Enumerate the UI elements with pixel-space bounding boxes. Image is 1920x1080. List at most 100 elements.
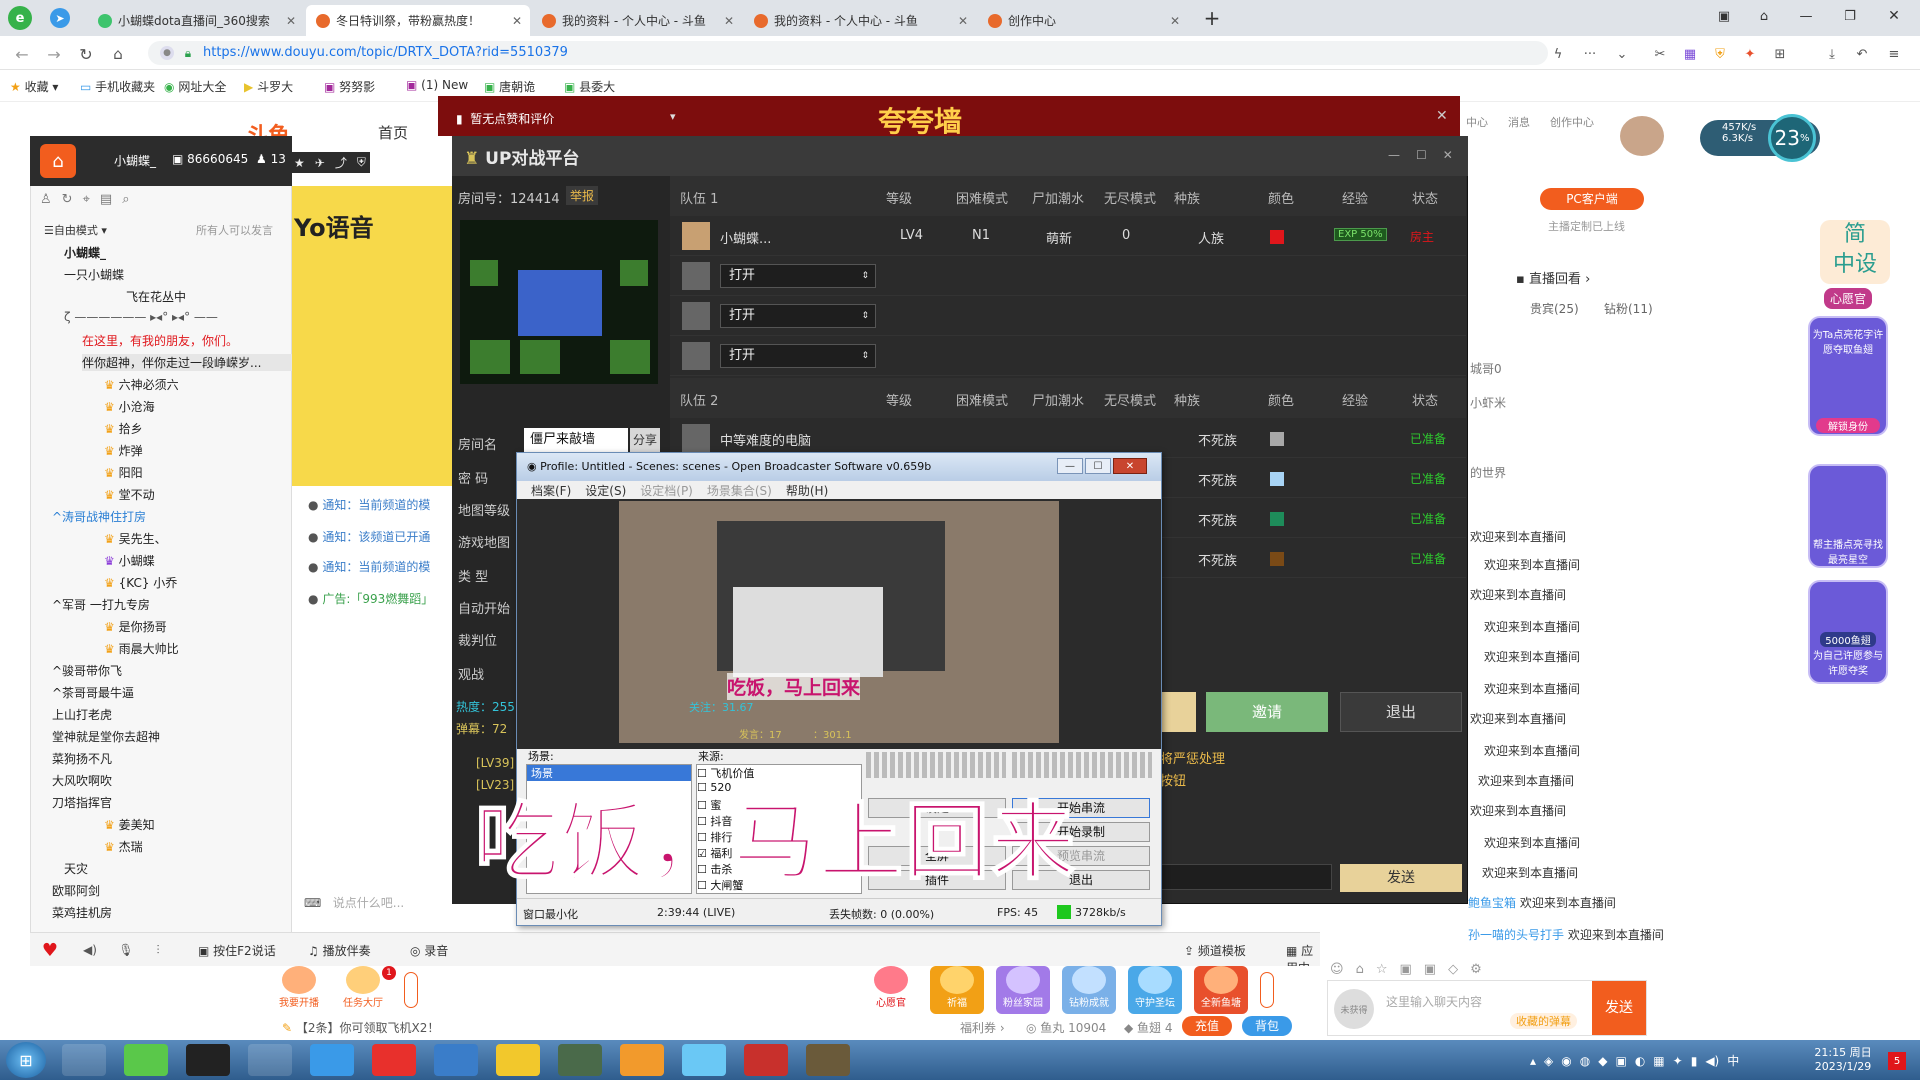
taskbar-app-icon[interactable]	[682, 1044, 726, 1076]
player-row[interactable]: 小蝴蝶... LV4 N1 萌新 0 人族 EXP 50% 房主	[670, 216, 1466, 256]
taskbar-up-icon[interactable]	[806, 1044, 850, 1076]
clock[interactable]: 21:15 周日 2023/1/29	[1808, 1044, 1878, 1073]
user-item[interactable]: ♛ 炸弹	[104, 442, 143, 459]
tray-icon[interactable]: ▣	[1615, 1054, 1626, 1068]
chat-list[interactable]: 城哥0 小虾米 的世界 欢迎来到本直播间 欢迎来到本直播间 欢迎来到本直播间 欢…	[1468, 330, 1664, 950]
game-icon[interactable]: ✦	[1740, 44, 1760, 64]
bag-button[interactable]: 背包	[1242, 1016, 1292, 1036]
channel-item[interactable]: 欧耶阿剑	[52, 882, 100, 899]
channel-item[interactable]: 上山打老虎	[52, 706, 112, 723]
home-icon[interactable]: ⌂	[108, 44, 128, 64]
promo-card[interactable]: 帮主播点亮寻找最亮星空	[1808, 464, 1888, 568]
bookmark-item[interactable]: ▣ 唐朝诡	[484, 78, 535, 95]
taskbar-app-icon[interactable]	[434, 1044, 478, 1076]
maximize-icon[interactable]: ☐	[1416, 148, 1427, 162]
channel-item[interactable]: ^军哥 一打九专房	[52, 596, 150, 613]
close-icon[interactable]: ✕	[1443, 148, 1453, 162]
task-hall-button[interactable]: 任务大厅	[338, 966, 388, 1014]
extension-icon[interactable]: ▦	[1680, 44, 1700, 64]
stream-video[interactable]: Yo语音	[292, 186, 472, 486]
bookmark-item[interactable]: ▭ 手机收藏夹	[80, 78, 155, 95]
chevron-down-icon[interactable]: ⌄	[1612, 44, 1632, 64]
tab-close-icon[interactable]: ✕	[1170, 14, 1180, 28]
taskbar-app-icon[interactable]	[248, 1044, 292, 1076]
channel-item[interactable]: 堂神就是堂你去超神	[52, 728, 160, 745]
user-item[interactable]: ♛ 小沧海	[104, 398, 155, 415]
back-icon[interactable]: ←	[12, 44, 32, 64]
search-icon[interactable]: ⌕	[122, 192, 129, 207]
maximize-icon[interactable]: ☐	[1085, 458, 1111, 474]
tab-diamond[interactable]: 钻粉(11)	[1604, 300, 1653, 317]
bag-icon[interactable]: ▣	[1399, 962, 1411, 977]
gift-item[interactable]: 祈福	[930, 966, 984, 1014]
room-home-icon[interactable]: ⌂	[40, 144, 76, 178]
emoji-icon[interactable]: ☺	[1330, 962, 1344, 977]
header-link[interactable]: 中心	[1466, 114, 1488, 130]
cpu-gauge[interactable]: 23%	[1768, 114, 1816, 162]
channel-item[interactable]: 在这里，有我的朋友，你们。	[82, 332, 238, 349]
menu-icon[interactable]: ≡	[1884, 44, 1904, 64]
share-icon[interactable]: ⤴	[335, 154, 347, 171]
restore-icon[interactable]: ❐	[1840, 6, 1860, 26]
more-icon[interactable]: ···	[1580, 44, 1600, 64]
browser-tab[interactable]: 我的资料 - 个人中心 - 斗鱼 ✕	[532, 5, 742, 36]
browser-tab-active[interactable]: 冬日特训祭，带粉赢热度！ ✕	[306, 5, 530, 36]
channel-item[interactable]: 菜狗扬不凡	[52, 750, 112, 767]
recharge-button[interactable]: 充值	[1182, 1016, 1232, 1036]
gift-item[interactable]: 粉丝家园	[996, 966, 1050, 1014]
tray-icon[interactable]: ◉	[1561, 1054, 1571, 1068]
replay-link[interactable]: ▪ 直播回看 ›	[1516, 268, 1590, 287]
star-icon[interactable]: ☆	[1376, 962, 1388, 977]
up-send-button[interactable]: 发送	[1340, 864, 1462, 892]
bookmark-item[interactable]: ▣ 县委大	[564, 78, 615, 95]
reward-tip[interactable]: ✎ 【2条】你可领取飞机X2！	[282, 1019, 439, 1036]
slot-dropdown[interactable]: 打开 ⇕	[720, 304, 876, 328]
user-item[interactable]: ♛ 雨晨大帅比	[104, 640, 179, 657]
channel-item[interactable]: 刀塔指挥官	[52, 794, 112, 811]
user-item[interactable]: ♛ 拾乡	[104, 420, 143, 437]
shield-icon[interactable]: ⛨	[357, 155, 366, 170]
up-chat-input[interactable]	[1160, 864, 1332, 890]
chevron-down-icon[interactable]: ▾	[670, 110, 676, 123]
tab-close-icon[interactable]: ✕	[512, 14, 522, 28]
refresh-icon[interactable]: ↻	[62, 192, 73, 207]
microphone-icon[interactable]: 🎙︎	[116, 939, 136, 961]
start-button-partial[interactable]	[1160, 692, 1196, 732]
channel-template[interactable]: ⇪ 频道模板	[1184, 942, 1246, 959]
network-icon[interactable]: ▮	[1691, 1054, 1698, 1068]
taskbar-obs-icon[interactable]	[186, 1044, 230, 1076]
user-item[interactable]: ♛ {KC} 小乔	[104, 574, 177, 591]
equalizer-icon[interactable]: ⫶	[148, 939, 168, 961]
gift-item[interactable]: 全新鱼塘	[1194, 966, 1248, 1014]
exit-button[interactable]: 退出	[1340, 692, 1462, 732]
slot-dropdown[interactable]: 打开 ⇕	[720, 344, 876, 368]
speaker-icon[interactable]: ◀)	[80, 939, 100, 961]
expand-toggle[interactable]	[404, 972, 418, 1008]
url-field[interactable]: https://www.douyu.com/topic/DRTX_DOTA?ri…	[148, 41, 1548, 65]
channel-item[interactable]: ^骏哥带你飞	[52, 662, 122, 679]
volume-icon[interactable]: ◀)	[1705, 1054, 1719, 1068]
scissors-icon[interactable]: ✂	[1650, 44, 1670, 64]
user-item[interactable]: ♛ 姜美知	[104, 816, 155, 833]
channel-item[interactable]: 伴你超神，伴你走过一段峥嵘岁...	[82, 354, 292, 371]
new-tab-icon[interactable]: +	[1200, 6, 1224, 30]
notification-icon[interactable]: 5	[1888, 1052, 1906, 1070]
taskbar-app-icon[interactable]	[496, 1044, 540, 1076]
channel-item[interactable]: ^涛哥战神住打房	[52, 508, 146, 525]
header-link[interactable]: 消息	[1508, 114, 1530, 130]
heart-icon[interactable]: ♥	[38, 939, 62, 961]
user-item[interactable]: ♛ 吴先生、	[104, 530, 167, 547]
tab-close-icon[interactable]: ✕	[958, 14, 968, 28]
user-item[interactable]: ♛ 六神必须六	[104, 376, 179, 393]
taskbar-music-icon[interactable]	[372, 1044, 416, 1076]
skin-icon[interactable]: ⌂	[1754, 6, 1774, 26]
chat-input-field[interactable]: 这里输入聊天内容	[1386, 993, 1482, 1010]
pc-client-button[interactable]: PC客户端	[1540, 188, 1644, 210]
browser-logo-icon[interactable]: e	[8, 6, 32, 30]
channel-item[interactable]: 天灾	[64, 860, 88, 877]
share-button[interactable]: 分享	[630, 428, 660, 452]
channel-item[interactable]: 飞在花丛中	[126, 288, 186, 305]
location-icon[interactable]: ⌖	[83, 192, 90, 207]
browser-tab[interactable]: 我的资料 - 个人中心 - 斗鱼 ✕	[744, 5, 976, 36]
bookmark-item[interactable]: ◉ 网址大全	[164, 78, 226, 95]
